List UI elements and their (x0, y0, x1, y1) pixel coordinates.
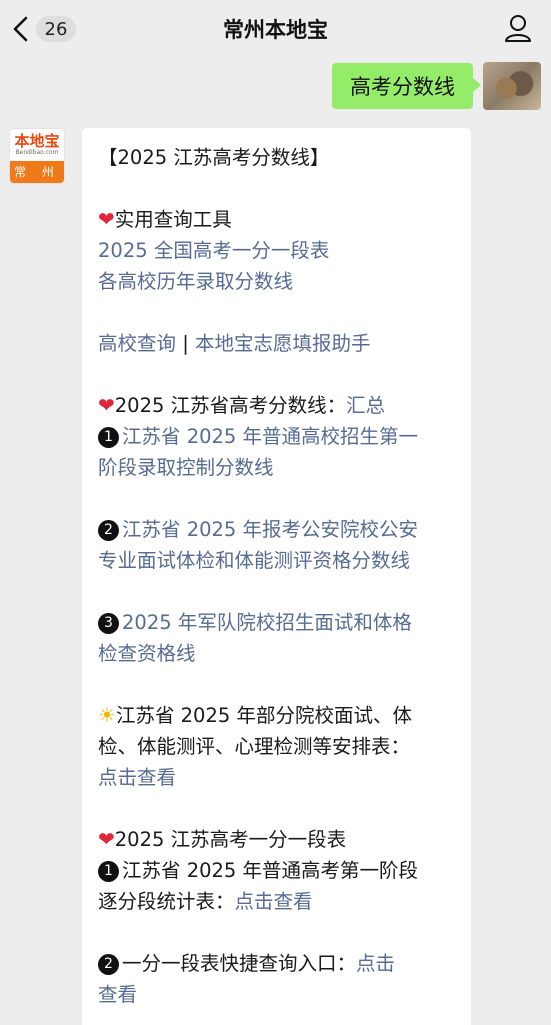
incoming-message-bubble: 【2025 江苏高考分数线】 ❤实用查询工具 2025 全国高考一分一段表 各高… (82, 128, 471, 1025)
outgoing-message-bubble[interactable]: 高考分数线 (332, 63, 481, 109)
message-heading: 【2025 江苏高考分数线】 (98, 146, 330, 169)
schedule-link[interactable]: 点击查看 (98, 762, 455, 793)
number-two-icon: 2 (98, 954, 119, 975)
number-one-icon: 1 (98, 427, 119, 448)
bot-logo: 本地宝 Bendibao.com (10, 129, 64, 161)
heart-icon: ❤ (98, 827, 115, 851)
number-three-icon: 3 (98, 613, 119, 634)
rank1-line2: 逐分段统计表：点击查看 (98, 890, 313, 913)
application-assistant-link[interactable]: 本地宝志愿填报助手 (195, 332, 371, 355)
heart-icon: ❤ (98, 207, 115, 231)
heart-icon: ❤ (98, 393, 115, 417)
chat-title: 常州本地宝 (223, 18, 328, 42)
item2-link-line2[interactable]: 专业面试体检和体能测评资格分数线 (98, 545, 455, 576)
tools-section-title: ❤实用查询工具 (98, 207, 232, 231)
national-rank-table-link[interactable]: 2025 全国高考一分一段表 (98, 235, 455, 266)
number-one-icon: 1 (98, 861, 119, 882)
nav-bar: 26 常州本地宝 (0, 0, 551, 58)
bot-logo-city: 常 州 (10, 161, 64, 183)
schedule-line1: ☀江苏省 2025 年部分院校面试、体 (98, 703, 412, 727)
schedule-line2: 检、体能测评、心理检测等安排表： (98, 735, 411, 758)
item1-link-line1[interactable]: 1 江苏省 2025 年普通高校招生第一 (98, 421, 455, 452)
rank2-link-continued[interactable]: 查看 (98, 979, 455, 1010)
rank1-line1: 1 江苏省 2025 年普通高考第一阶段 (98, 855, 455, 886)
college-history-scores-link[interactable]: 各高校历年录取分数线 (98, 266, 455, 297)
rank2-line1: 2 一分一段表快捷查询入口：点击 (98, 948, 455, 979)
item1-link-line2[interactable]: 阶段录取控制分数线 (98, 452, 455, 483)
rank-section-title: ❤2025 江苏高考一分一段表 (98, 827, 347, 851)
rank1-link[interactable]: 点击查看 (235, 890, 313, 913)
person-icon[interactable] (503, 13, 533, 43)
sun-icon: ☀ (98, 703, 116, 727)
college-search-link[interactable]: 高校查询 (98, 332, 176, 355)
bot-logo-brand: 本地宝 (14, 132, 60, 150)
item2-link-line1[interactable]: 2 江苏省 2025 年报考公安院校公安 (98, 514, 455, 545)
rank2-link[interactable]: 点击 (356, 952, 395, 975)
bot-avatar[interactable]: 本地宝 Bendibao.com 常 州 (9, 128, 65, 184)
my-avatar[interactable] (483, 62, 541, 110)
tools-links-row: 高校查询 | 本地宝志愿填报助手 (98, 328, 455, 359)
outgoing-message-text: 高考分数线 (350, 75, 455, 99)
number-two-icon: 2 (98, 520, 119, 541)
item3-link-line2[interactable]: 检查资格线 (98, 638, 455, 669)
summary-link[interactable]: 汇总 (346, 394, 385, 417)
bot-logo-domain: Bendibao.com (15, 149, 59, 156)
item3-link-line1[interactable]: 3 2025 年军队院校招生面试和体格 (98, 607, 455, 638)
link-separator: | (176, 332, 195, 355)
summary-title-row: ❤2025 江苏省高考分数线：汇总 (98, 393, 386, 417)
